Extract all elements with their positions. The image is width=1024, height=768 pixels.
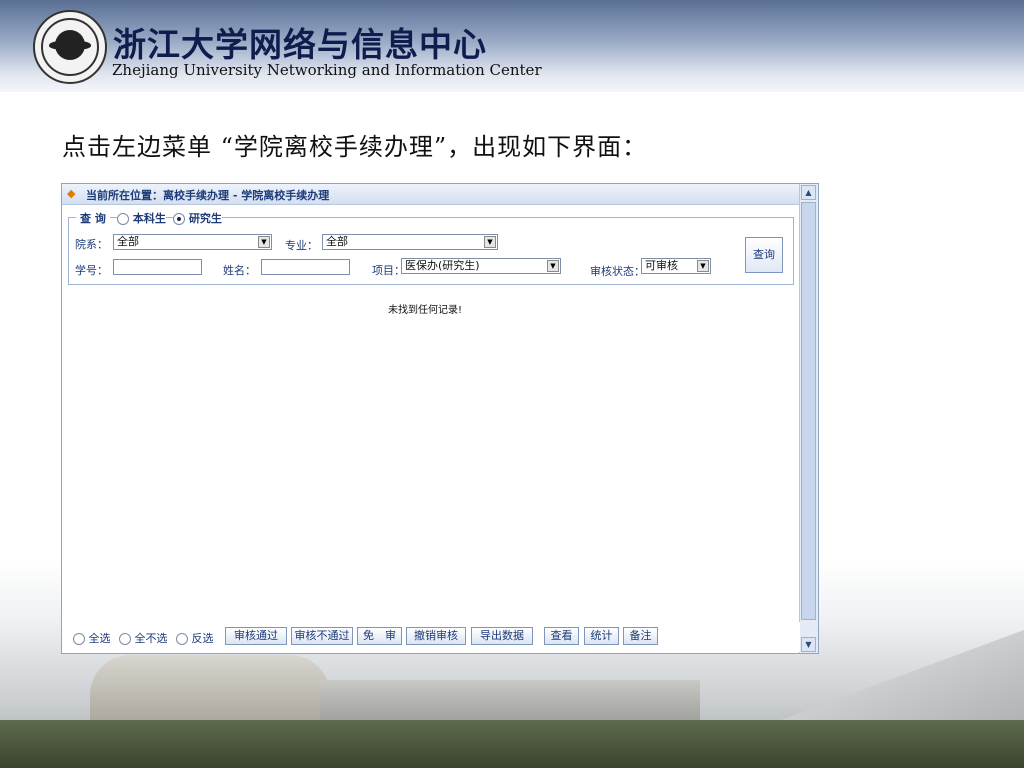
location-title: 当前所在位置：离校手续办理 - 学院离校手续办理	[86, 189, 330, 202]
radio-undergraduate[interactable]: 本科生	[117, 210, 166, 226]
vertical-scrollbar[interactable]: ▲ ▼	[799, 184, 818, 653]
scroll-down-icon[interactable]: ▼	[801, 637, 816, 652]
revoke-review-button[interactable]: 撤销审核	[406, 627, 466, 645]
query-legend: 查 询	[76, 210, 110, 226]
radio-undergraduate-icon[interactable]	[117, 213, 129, 225]
invert-selection-radio-icon[interactable]	[176, 633, 188, 645]
major-select[interactable]: 全部 ▼	[322, 234, 498, 250]
major-label: 专业：	[285, 239, 318, 252]
view-button[interactable]: 查看	[544, 627, 579, 645]
select-none-label: 全不选	[134, 632, 168, 645]
student-id-input[interactable]	[113, 259, 202, 275]
remarks-button[interactable]: 备注	[623, 627, 658, 645]
tree-line	[0, 720, 1024, 768]
query-button[interactable]: 查询	[745, 237, 783, 273]
org-name-cn: 浙江大学网络与信息中心	[113, 25, 487, 64]
location-pin-icon: ◆	[67, 187, 76, 200]
university-logo	[33, 10, 107, 84]
statistics-button[interactable]: 统计	[584, 627, 619, 645]
radio-graduate[interactable]: 研究生	[173, 210, 222, 226]
review-status-select[interactable]: 可审核 ▼	[641, 258, 711, 274]
invert-selection-label: 反选	[191, 632, 214, 645]
select-none-option[interactable]: 全不选	[119, 630, 168, 646]
project-select-value: 医保办(研究生)	[405, 259, 480, 272]
logo-wing	[49, 40, 91, 50]
invert-selection-option[interactable]: 反选	[176, 630, 214, 646]
app-window: ◆ 当前所在位置：离校手续办理 - 学院离校手续办理 ▲ ▼ 查 询 本科生 研…	[61, 183, 819, 654]
project-select[interactable]: 医保办(研究生) ▼	[401, 258, 561, 274]
approve-button[interactable]: 审核通过	[225, 627, 287, 645]
review-status-value: 可审核	[645, 259, 678, 272]
select-none-radio-icon[interactable]	[119, 633, 131, 645]
org-name-en: Zhejiang University Networking and Infor…	[112, 61, 542, 79]
review-status-label: 审核状态：	[590, 265, 645, 278]
radio-graduate-icon[interactable]	[173, 213, 185, 225]
exempt-button[interactable]: 免 审	[357, 627, 402, 645]
chevron-down-icon[interactable]: ▼	[484, 236, 496, 248]
department-select[interactable]: 全部 ▼	[113, 234, 272, 250]
empty-result-message: 未找到任何记录!	[388, 305, 463, 316]
select-all-radio-icon[interactable]	[73, 633, 85, 645]
scroll-thumb[interactable]	[801, 202, 816, 620]
action-bar: 全选 全不选 反选 审核通过 审核不通过 免 审 撤销审核 导出数据 查看 统计…	[62, 622, 800, 652]
location-bar: ◆ 当前所在位置：离校手续办理 - 学院离校手续办理	[62, 184, 800, 205]
name-label: 姓名：	[223, 264, 256, 277]
chevron-down-icon[interactable]: ▼	[697, 260, 709, 272]
radio-undergraduate-label: 本科生	[132, 212, 166, 225]
header-banner: 浙江大学网络与信息中心 Zhejiang University Networki…	[0, 0, 1024, 92]
student-id-label: 学号：	[75, 264, 108, 277]
name-input[interactable]	[261, 259, 350, 275]
reject-button[interactable]: 审核不通过	[291, 627, 353, 645]
select-all-label: 全选	[88, 632, 111, 645]
chevron-down-icon[interactable]: ▼	[258, 236, 270, 248]
instruction-text: 点击左边菜单 “学院离校手续办理”，出现如下界面：	[62, 133, 648, 161]
department-label: 院系：	[75, 238, 108, 251]
scroll-up-icon[interactable]: ▲	[801, 185, 816, 200]
select-all-option[interactable]: 全选	[73, 630, 111, 646]
chevron-down-icon[interactable]: ▼	[547, 260, 559, 272]
major-select-value: 全部	[326, 235, 348, 248]
department-select-value: 全部	[117, 235, 139, 248]
radio-graduate-label: 研究生	[188, 212, 222, 225]
export-data-button[interactable]: 导出数据	[471, 627, 533, 645]
